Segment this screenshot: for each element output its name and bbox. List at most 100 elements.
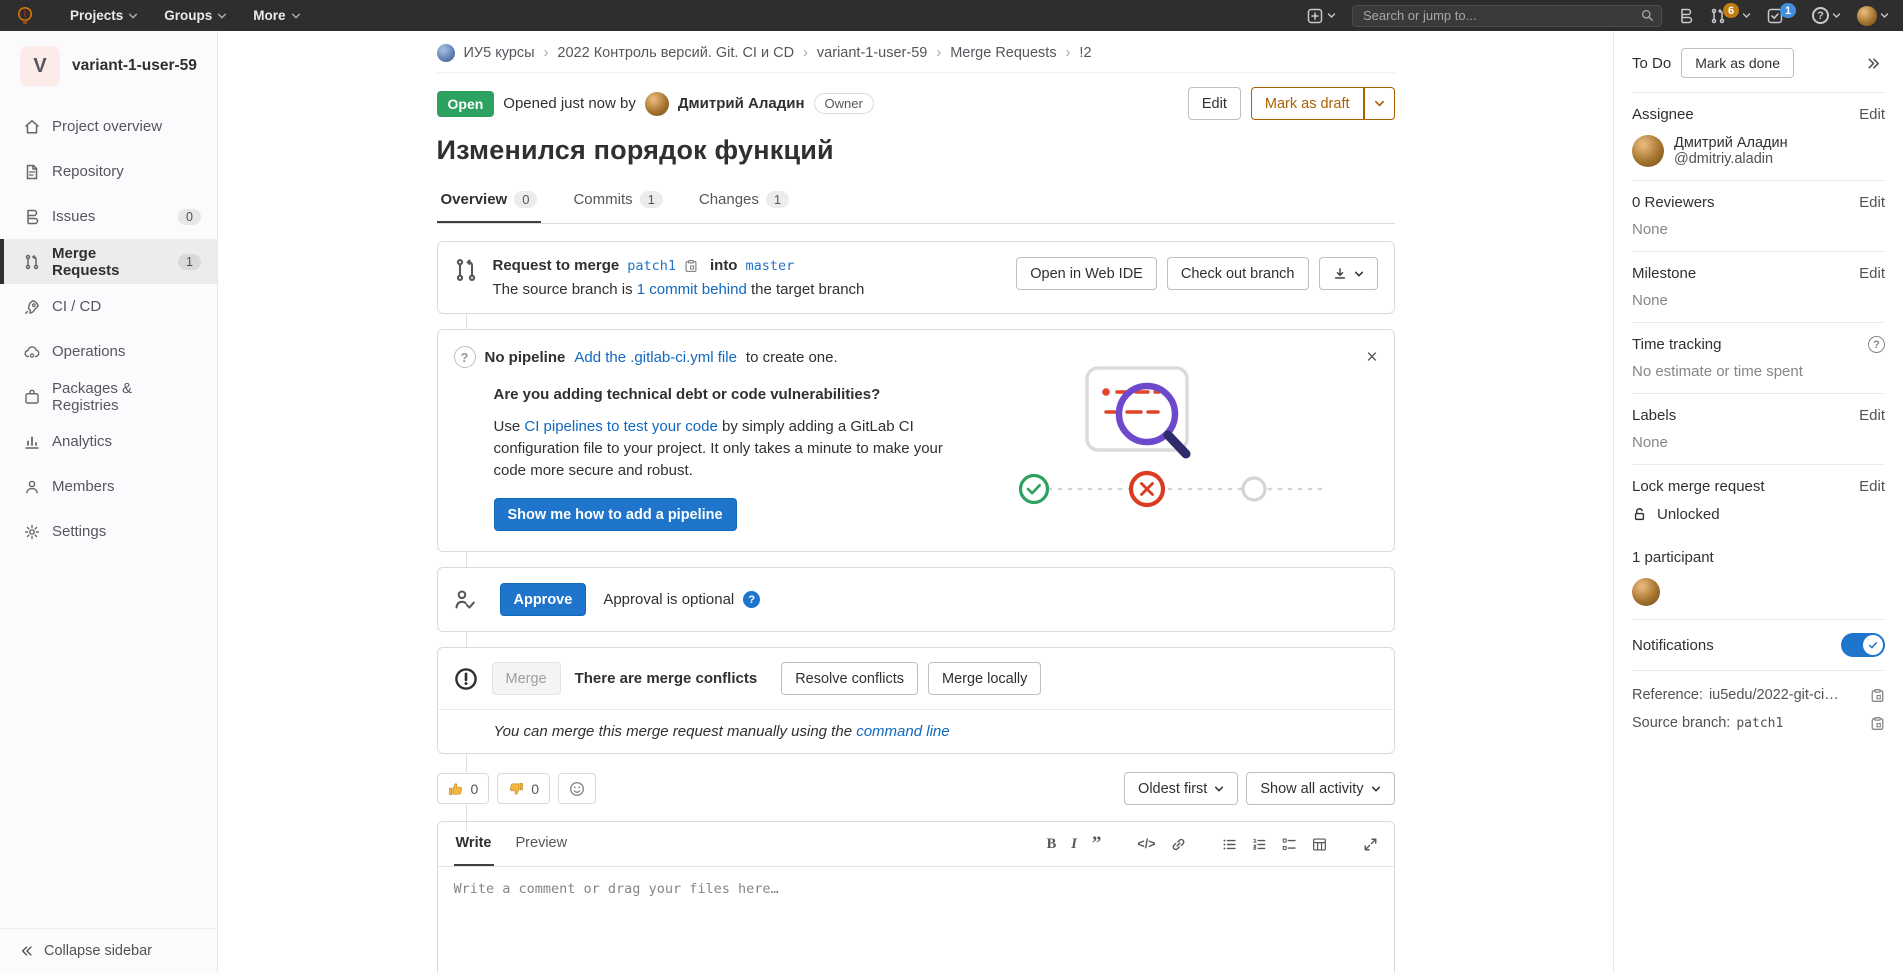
- group-avatar: [437, 44, 455, 62]
- breadcrumb-separator: ›: [936, 45, 941, 61]
- user-menu-button[interactable]: [1857, 6, 1889, 26]
- collapse-sidebar-button[interactable]: Collapse sidebar: [0, 928, 217, 973]
- sidebar-item-analytics[interactable]: Analytics: [0, 419, 217, 464]
- sidebar-item-members[interactable]: Members: [0, 464, 217, 509]
- copy-branch-button[interactable]: [684, 259, 698, 273]
- sidebar-item-merge-requests[interactable]: Merge Requests 1: [0, 239, 217, 284]
- merge-requests-dropdown-button[interactable]: 6: [1710, 8, 1751, 24]
- sidebar-item-label: Packages & Registries: [52, 380, 201, 414]
- show-pipeline-howto-button[interactable]: Show me how to add a pipeline: [494, 498, 737, 531]
- reviewers-edit-button[interactable]: Edit: [1859, 194, 1885, 211]
- labels-block: Labels Edit None: [1632, 394, 1885, 464]
- sidebar-item-ci-cd[interactable]: CI / CD: [0, 284, 217, 329]
- project-home-link[interactable]: V variant-1-user-59: [0, 31, 217, 98]
- participant-avatar[interactable]: [1632, 578, 1660, 606]
- approval-help-icon[interactable]: ?: [743, 591, 760, 608]
- fullscreen-button[interactable]: [1363, 837, 1378, 852]
- edit-button[interactable]: Edit: [1188, 87, 1241, 120]
- help-menu-button[interactable]: ?: [1812, 7, 1841, 24]
- add-gitlab-ci-link[interactable]: Add the .gitlab-ci.yml file: [574, 349, 737, 366]
- link-button[interactable]: [1171, 837, 1186, 852]
- breadcrumb-project[interactable]: variant-1-user-59: [817, 45, 927, 61]
- target-branch-link[interactable]: master: [745, 258, 794, 274]
- source-branch-row: Source branch: patch1: [1632, 709, 1885, 737]
- breadcrumb-group[interactable]: ИУ5 курсы: [464, 45, 535, 61]
- notifications-toggle[interactable]: [1841, 633, 1885, 657]
- members-icon: [24, 479, 40, 495]
- sidebar-item-repository[interactable]: Repository: [0, 149, 217, 194]
- italic-button[interactable]: I: [1071, 836, 1077, 853]
- commits-behind-link[interactable]: 1 commit behind: [637, 281, 747, 298]
- nav-groups[interactable]: Groups: [154, 3, 237, 28]
- milestone-edit-button[interactable]: Edit: [1859, 265, 1885, 282]
- copy-reference-button[interactable]: [1870, 688, 1885, 703]
- bold-button[interactable]: B: [1047, 836, 1057, 853]
- tab-commits[interactable]: Commits 1: [569, 178, 666, 223]
- write-tab[interactable]: Write: [454, 822, 494, 866]
- download-dropdown-button[interactable]: [1319, 257, 1378, 290]
- ci-pipelines-link[interactable]: CI pipelines to test your code: [524, 418, 717, 435]
- assignee-avatar[interactable]: [1632, 135, 1664, 167]
- sidebar-item-issues[interactable]: Issues 0: [0, 194, 217, 239]
- table-button[interactable]: [1312, 837, 1327, 852]
- merge-button[interactable]: Merge: [492, 662, 561, 695]
- add-reaction-button[interactable]: [558, 773, 596, 804]
- task-list-button[interactable]: [1282, 837, 1297, 852]
- tab-overview[interactable]: Overview 0: [437, 178, 542, 223]
- source-branch-value: patch1: [1736, 716, 1783, 731]
- assignee-edit-button[interactable]: Edit: [1859, 106, 1885, 123]
- merge-locally-button[interactable]: Merge locally: [928, 662, 1041, 695]
- mark-as-draft-button[interactable]: Mark as draft: [1251, 87, 1364, 120]
- nav-projects[interactable]: Projects: [60, 3, 148, 28]
- issues-dashboard-button[interactable]: [1678, 8, 1694, 24]
- comment-textarea[interactable]: [454, 881, 1378, 973]
- breadcrumb-subgroup[interactable]: 2022 Контроль версий. Git. CI и CD: [557, 45, 794, 61]
- copy-source-branch-button[interactable]: [1870, 716, 1885, 731]
- todos-button[interactable]: 1: [1767, 8, 1796, 24]
- main-content: ИУ5 курсы › 2022 Контроль версий. Git. C…: [218, 0, 1613, 973]
- labels-edit-button[interactable]: Edit: [1859, 407, 1885, 424]
- todo-count-badge: 1: [1780, 3, 1796, 18]
- preview-tab[interactable]: Preview: [514, 822, 570, 866]
- new-menu-button[interactable]: [1307, 8, 1336, 24]
- thumbs-up-button[interactable]: 0: [437, 773, 490, 804]
- tab-changes[interactable]: Changes 1: [695, 178, 793, 223]
- command-line-link[interactable]: command line: [856, 723, 949, 740]
- nav-more[interactable]: More: [243, 3, 310, 28]
- sort-dropdown-button[interactable]: Oldest first: [1124, 772, 1238, 805]
- download-icon: [1333, 267, 1347, 281]
- sidebar-item-settings[interactable]: Settings: [0, 509, 217, 554]
- mark-as-done-button[interactable]: Mark as done: [1681, 48, 1794, 78]
- numbered-list-button[interactable]: [1252, 837, 1267, 852]
- link-icon: [1171, 837, 1186, 852]
- sidebar-item-project-overview[interactable]: Project overview: [0, 104, 217, 149]
- source-branch-link[interactable]: patch1: [627, 258, 676, 274]
- chevron-down-icon: [217, 11, 227, 21]
- gitlab-logo[interactable]: [14, 5, 36, 27]
- thumbs-down-button[interactable]: 0: [497, 773, 550, 804]
- check-out-branch-button[interactable]: Check out branch: [1167, 257, 1309, 290]
- close-icon[interactable]: ×: [1366, 348, 1377, 367]
- search-input[interactable]: [1352, 5, 1662, 27]
- time-tracking-help-icon[interactable]: ?: [1868, 336, 1885, 353]
- bullet-list-button[interactable]: [1222, 837, 1237, 852]
- author-name[interactable]: Дмитрий Аладин: [678, 95, 805, 112]
- code-button[interactable]: </>: [1137, 837, 1155, 851]
- sidebar-item-packages-registries[interactable]: Packages & Registries: [0, 374, 217, 419]
- assignee-username[interactable]: @dmitriy.aladin: [1674, 151, 1788, 167]
- collapse-right-sidebar-button[interactable]: [1862, 52, 1885, 75]
- activity-filter-label: Show all activity: [1260, 781, 1363, 797]
- open-in-web-ide-button[interactable]: Open in Web IDE: [1016, 257, 1157, 290]
- breadcrumb-merge-requests[interactable]: Merge Requests: [950, 45, 1056, 61]
- approve-button[interactable]: Approve: [500, 583, 587, 616]
- author-avatar: [645, 92, 669, 116]
- resolve-conflicts-button[interactable]: Resolve conflicts: [781, 662, 918, 695]
- quote-button[interactable]: ”: [1092, 839, 1102, 849]
- lock-edit-button[interactable]: Edit: [1859, 478, 1885, 495]
- sidebar-item-operations[interactable]: Operations: [0, 329, 217, 374]
- draft-dropdown-button[interactable]: [1364, 87, 1395, 120]
- assignee-name[interactable]: Дмитрий Аладин: [1674, 135, 1788, 151]
- document-icon: [24, 164, 40, 180]
- mark-as-draft-split-button: Mark as draft: [1251, 87, 1395, 120]
- activity-filter-dropdown-button[interactable]: Show all activity: [1246, 772, 1394, 805]
